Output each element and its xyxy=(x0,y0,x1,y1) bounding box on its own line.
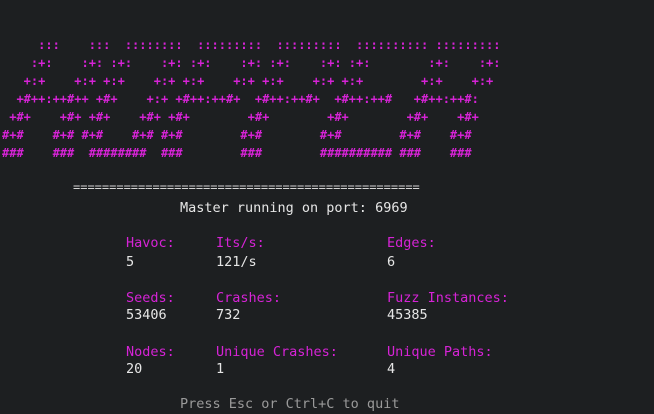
unique-crashes-label: Unique Crashes: xyxy=(216,344,338,360)
seeds-value: 53406 xyxy=(126,307,167,323)
unique-crashes-value: 1 xyxy=(216,361,225,377)
fuzz-instances-value: 45385 xyxy=(387,307,428,323)
nodes-value: 20 xyxy=(126,361,143,377)
ascii-banner-line-2: :+: :+: :+: :+: :+: :+: :+: :+: :+: :+: … xyxy=(2,56,501,70)
its-per-second-value: 121/s xyxy=(216,254,257,270)
havoc-label: Havoc: xyxy=(126,235,175,251)
ascii-banner-line-6: #+# #+# #+# #+# #+# #+# #+# #+# #+# xyxy=(2,128,472,142)
edges-value: 6 xyxy=(387,254,396,270)
fuzz-instances-label: Fuzz Instances: xyxy=(387,290,509,306)
nodes-label: Nodes: xyxy=(126,344,175,360)
ascii-banner-line-1: ::: ::: :::::::: ::::::::: ::::::::: :::… xyxy=(2,38,501,52)
ascii-banner-line-5: +#+ +#+ +#+ +#+ +#+ +#+ +#+ +#+ +#+ xyxy=(2,110,479,124)
crashes-value: 732 xyxy=(216,307,241,323)
ascii-banner-line-4: +#++:++#++ +#+ +:+ +#++:++#+ +#++:++#+ +… xyxy=(2,92,479,106)
terminal-window: ::: ::: :::::::: ::::::::: ::::::::: :::… xyxy=(0,0,654,414)
quit-hint: Press Esc or Ctrl+C to quit xyxy=(180,396,400,412)
crashes-label: Crashes: xyxy=(216,290,282,306)
ascii-banner-line-7: ### ### ######## ### ### ########## ### … xyxy=(2,146,472,160)
havoc-value: 5 xyxy=(126,254,135,270)
unique-paths-label: Unique Paths: xyxy=(387,344,493,360)
seeds-label: Seeds: xyxy=(126,290,175,306)
status-message: Master running on port: 6969 xyxy=(180,200,408,216)
ascii-banner-line-3: +:+ +:+ +:+ +:+ +:+ +:+ +:+ +:+ +:+ +:+ … xyxy=(2,74,494,88)
edges-label: Edges: xyxy=(387,235,436,251)
unique-paths-value: 4 xyxy=(387,361,396,377)
its-per-second-label: Its/s: xyxy=(216,235,265,251)
separator-rule: ========================================… xyxy=(73,180,420,194)
